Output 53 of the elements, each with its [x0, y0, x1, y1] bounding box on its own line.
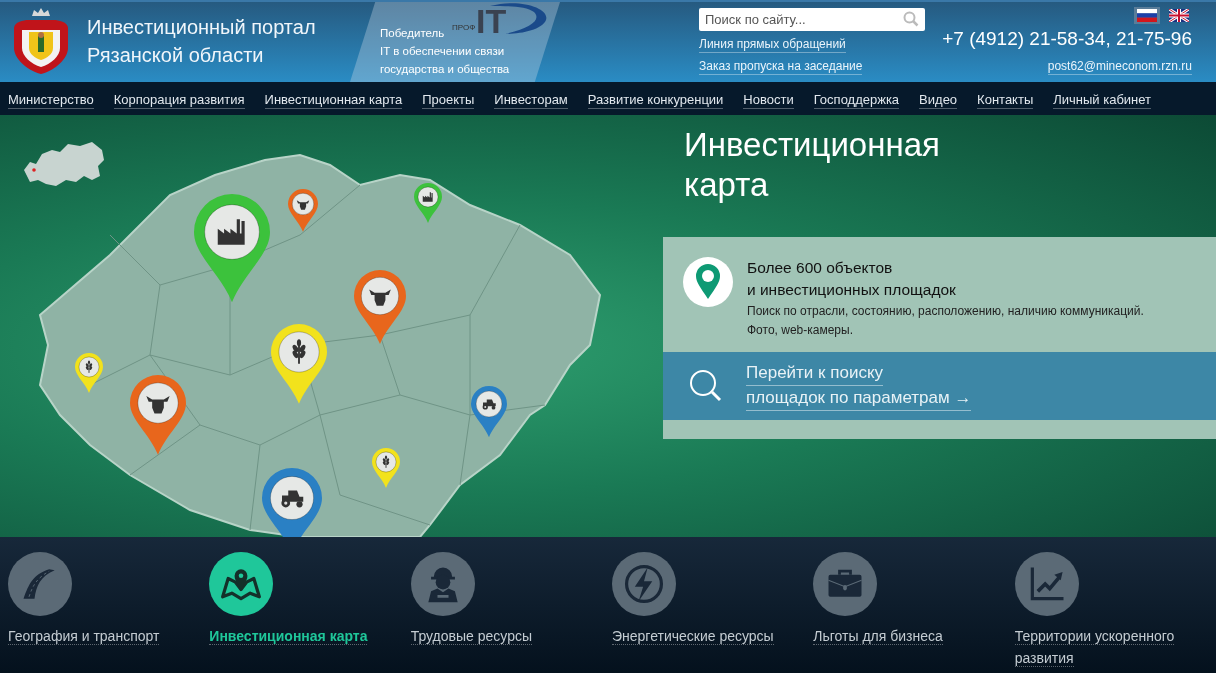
hero-title: Инвестиционная карта: [684, 125, 941, 205]
nav-link[interactable]: Видео: [919, 90, 958, 109]
nav-link[interactable]: Контакты: [977, 90, 1034, 109]
award-text: IT в обеспечении связи государства и общества: [380, 44, 511, 77]
map-pin[interactable]: [194, 194, 270, 303]
nav-link[interactable]: Развитие конкуренции: [587, 90, 724, 109]
tractor-icon: [482, 399, 496, 410]
map-pin[interactable]: [288, 189, 318, 232]
wheat-icon: [382, 455, 390, 469]
header-link[interactable]: Заказ пропуска на заседание: [699, 58, 863, 75]
wheat-icon: [292, 339, 306, 365]
nav-link[interactable]: Инвестиционная карта: [264, 90, 403, 109]
nav-link[interactable]: Инвесторам: [494, 90, 568, 109]
category-link[interactable]: Территории ускоренного развития: [1014, 625, 1195, 669]
header-link[interactable]: Линия прямых обращений: [699, 36, 846, 53]
category-link[interactable]: География и транспорт: [8, 625, 188, 647]
nav-link[interactable]: Министерство: [8, 90, 94, 109]
category-link[interactable]: Трудовые ресурсы: [410, 625, 591, 647]
nav-link[interactable]: Личный кабинет: [1053, 90, 1152, 109]
category-link[interactable]: Энергетические ресурсы: [612, 625, 792, 647]
nav-link[interactable]: Господдержка: [813, 90, 900, 109]
nav-link[interactable]: Новости: [743, 90, 794, 109]
category-link[interactable]: Льготы для бизнеса: [813, 625, 994, 647]
language-flag-icon[interactable]: [1166, 7, 1192, 24]
map-pin[interactable]: [414, 183, 442, 223]
info-description: Поиск по отрасли, состоянию, расположению, наличию коммуникаций. Фото, web-камеры.: [747, 303, 1144, 339]
map-pin[interactable]: [130, 375, 186, 455]
info-heading: Более 600 объектов и инвестиционных площадок: [747, 258, 957, 300]
location-pin-icon: [683, 257, 733, 307]
category-link[interactable]: Инвестиционная карта: [209, 625, 390, 647]
language-flag-icon[interactable]: [1134, 7, 1160, 24]
map-pin[interactable]: [471, 386, 507, 438]
cow-icon: [296, 200, 310, 210]
email-link[interactable]: post62@mineconom.rzn.ru: [1047, 58, 1192, 75]
nav-link[interactable]: Проекты: [422, 90, 475, 109]
cow-icon: [146, 396, 170, 414]
map-pin[interactable]: [354, 270, 406, 345]
nav-link[interactable]: Корпорация развития: [113, 90, 245, 109]
site-title: Инвестиционный портал Рязанской области: [87, 15, 317, 68]
award-label: Победитель: [380, 26, 445, 41]
cow-icon: [369, 289, 391, 306]
search-field[interactable]: Поиск по сайту...: [699, 8, 925, 31]
country-map-icon: [22, 140, 106, 188]
tractor-icon: [281, 490, 304, 508]
award-logo: ПРОФ IT: [450, 0, 550, 36]
phone-number: +7 (4912) 21-58-34, 21-75-96: [942, 27, 1192, 51]
factory-icon: [217, 219, 245, 245]
wheat-icon: [85, 360, 93, 374]
factory-icon: [422, 192, 433, 202]
map-pin[interactable]: [75, 353, 103, 393]
map-pin[interactable]: [271, 324, 327, 404]
search-icon: [688, 368, 724, 404]
map-pin[interactable]: [372, 448, 400, 488]
